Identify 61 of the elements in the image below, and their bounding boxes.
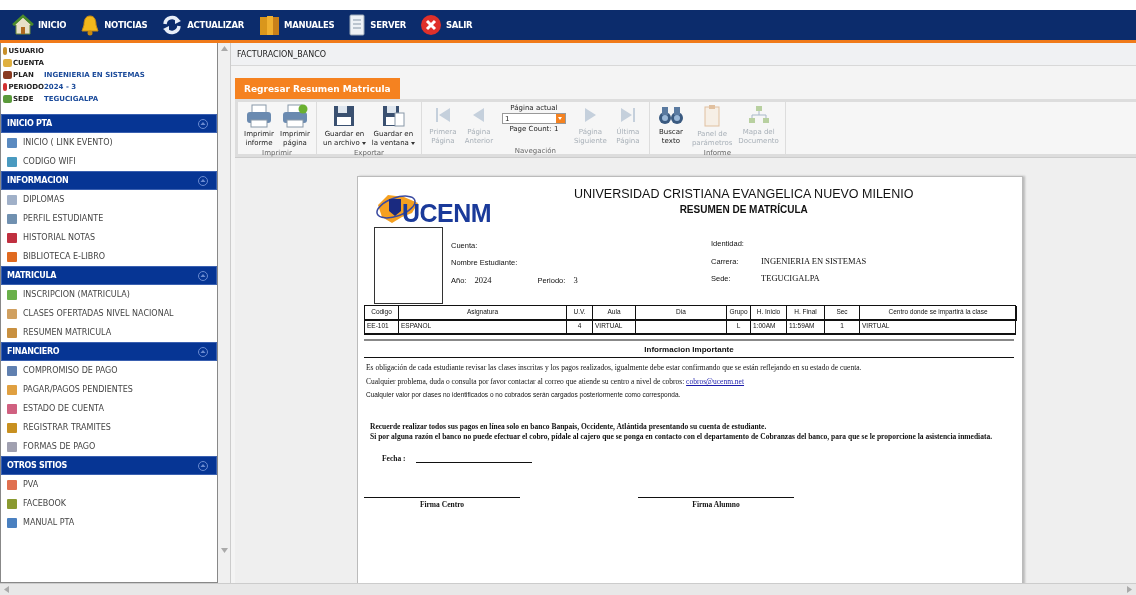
item-icon — [7, 441, 17, 452]
section-header[interactable]: MATRICULA — [1, 266, 217, 285]
collapse-icon — [198, 346, 208, 357]
nav-button[interactable]: SERVER — [346, 14, 408, 36]
item-icon — [7, 194, 17, 205]
binoculars-icon — [657, 104, 684, 126]
printer-icon — [246, 104, 272, 128]
nav-button[interactable]: INICIO — [10, 14, 69, 36]
nav-button[interactable]: NOTICIAS — [78, 14, 150, 36]
caret-icon — [361, 141, 366, 145]
item-icon — [7, 479, 17, 490]
scroll-down-icon[interactable] — [220, 548, 228, 553]
close-icon — [419, 14, 442, 36]
section-header[interactable]: INICIO PTA — [1, 114, 217, 133]
floppy-disk-icon — [381, 104, 406, 128]
caret-icon — [410, 141, 415, 145]
section-header[interactable]: FINANCIERO — [1, 342, 217, 361]
field-value: INGENIERIA EN SISTEMAS — [761, 256, 867, 266]
field-value: 3 — [573, 275, 578, 285]
item-icon — [7, 498, 17, 509]
item-icon — [7, 422, 17, 433]
tab-title: FACTURACION_BANCO — [237, 49, 327, 59]
scrollbar[interactable] — [0, 583, 1136, 595]
field-value: TEGUCIGALPA — [761, 273, 820, 283]
scroll-left-icon[interactable] — [4, 586, 9, 593]
item-icon — [7, 232, 17, 243]
item-icon — [7, 327, 17, 338]
report-title: UNIVERSIDAD CRISTIANA EVANGELICA NUEVO MILENIO — [574, 187, 914, 201]
section-header[interactable]: INFORMACION — [1, 171, 217, 190]
nav-button[interactable]: MANUALES — [256, 14, 337, 36]
item-icon — [7, 384, 17, 395]
item-icon — [7, 517, 17, 528]
refresh-icon — [161, 14, 184, 36]
bell-icon — [80, 14, 101, 36]
collapse-icon — [198, 118, 208, 129]
sitemap-icon — [746, 104, 771, 126]
scrollbar[interactable] — [218, 43, 231, 583]
server-icon — [348, 14, 367, 36]
scroll-up-icon[interactable] — [220, 46, 228, 51]
section-title: Informacion Importante — [364, 339, 1014, 358]
item-icon — [7, 403, 17, 414]
item-icon — [7, 137, 17, 148]
item-icon — [7, 308, 17, 319]
item-icon — [7, 365, 17, 376]
item-icon — [7, 289, 17, 300]
logo-text: UCENM — [402, 199, 492, 227]
nav-button[interactable]: SALIR — [417, 14, 475, 36]
item-icon — [7, 213, 17, 224]
nav-button[interactable]: ACTUALIZAR — [159, 14, 246, 36]
scroll-right-icon[interactable] — [1127, 586, 1132, 593]
house-icon — [12, 14, 34, 36]
collapse-icon — [198, 460, 208, 471]
books-icon — [258, 14, 280, 36]
printer-icon — [282, 104, 308, 128]
report-subtitle: RESUMEN DE MATRÍCULA — [679, 204, 808, 215]
collapse-icon — [198, 175, 208, 186]
field-value: 2024 — [474, 275, 492, 285]
collapse-icon — [198, 270, 208, 281]
section-header[interactable]: OTROS SITIOS — [1, 456, 217, 475]
item-icon — [7, 251, 17, 262]
item-icon — [7, 156, 17, 167]
